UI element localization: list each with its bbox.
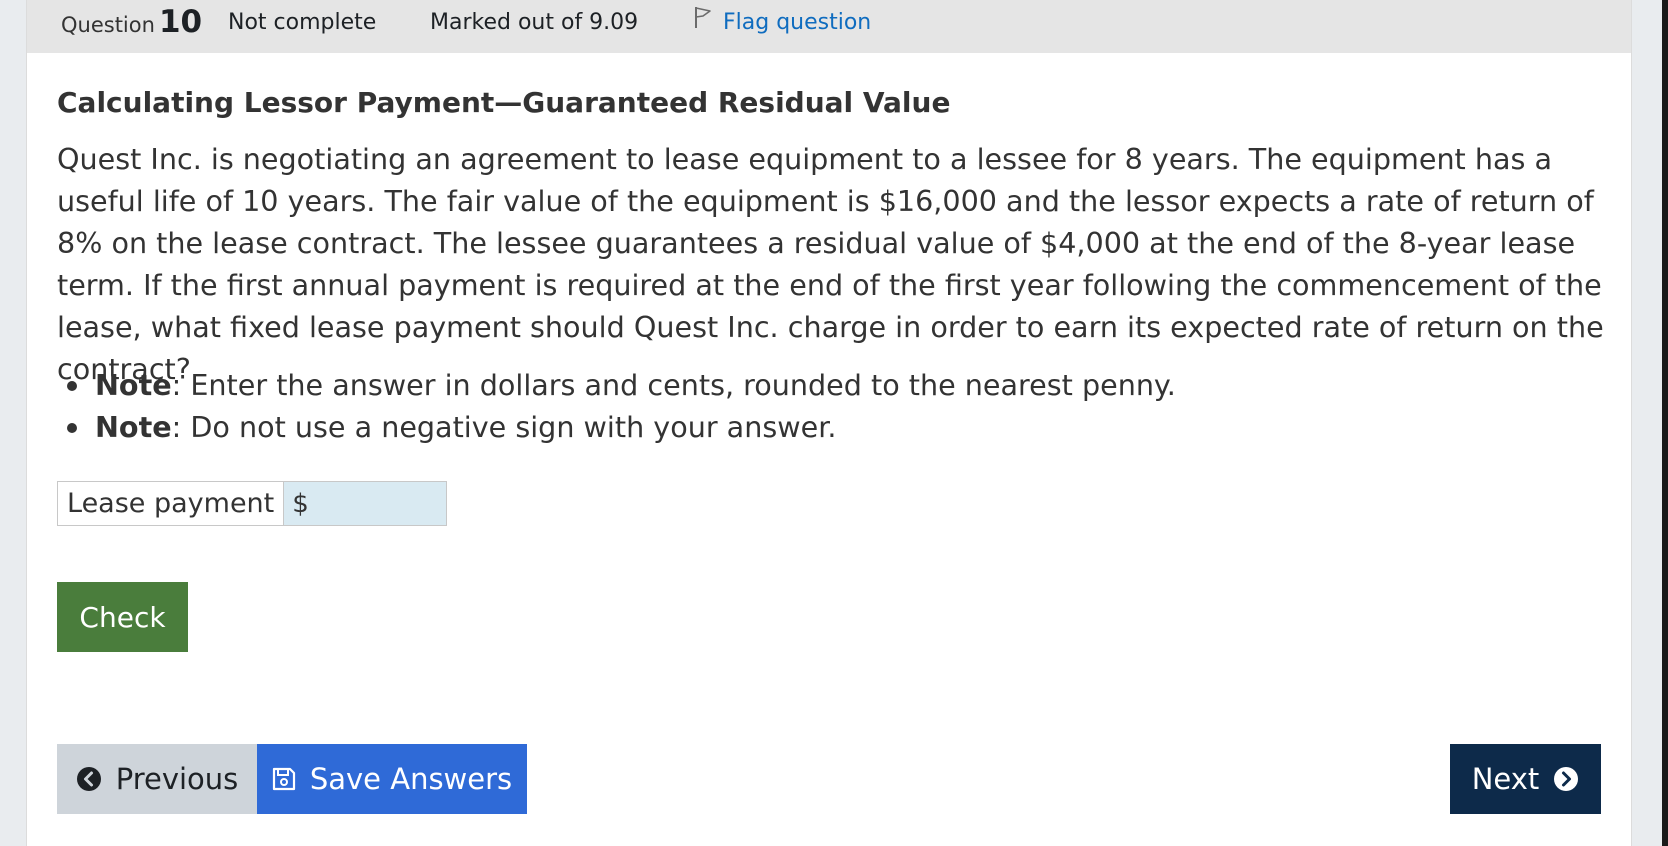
flag-question-link[interactable]: Flag question bbox=[693, 0, 871, 46]
bullet-icon bbox=[67, 381, 77, 391]
currency-symbol: $ bbox=[292, 488, 309, 519]
window-edge bbox=[1662, 0, 1668, 846]
note-bold-label: Note bbox=[95, 368, 172, 402]
question-card: Question 10 Not complete Marked out of 9.… bbox=[26, 0, 1632, 846]
answer-row: Lease payment $ bbox=[57, 481, 448, 526]
chevron-left-circle-icon bbox=[76, 766, 102, 792]
question-state: Not complete bbox=[228, 10, 377, 35]
question-info-bar: Question 10 Not complete Marked out of 9.… bbox=[27, 0, 1631, 53]
question-text: Quest Inc. is negotiating an agreement t… bbox=[57, 142, 1604, 386]
flag-icon bbox=[693, 0, 723, 46]
question-title: Calculating Lessor Payment—Guaranteed Re… bbox=[57, 86, 951, 119]
note-text: : Do not use a negative sign with your a… bbox=[171, 410, 837, 444]
note-bold-label: Note bbox=[95, 410, 172, 444]
previous-button[interactable]: Previous bbox=[57, 744, 257, 814]
question-number-value: 10 bbox=[158, 4, 203, 40]
question-label: Question bbox=[61, 13, 155, 37]
question-number: Question 10 bbox=[61, 0, 202, 48]
next-button-label: Next bbox=[1471, 762, 1540, 796]
note-item: Note: Enter the answer in dollars and ce… bbox=[57, 364, 1176, 406]
check-button-label: Check bbox=[79, 600, 166, 634]
note-text: : Enter the answer in dollars and cents,… bbox=[171, 368, 1176, 402]
note-item: Note: Do not use a negative sign with yo… bbox=[57, 406, 1176, 448]
note-list: Note: Enter the answer in dollars and ce… bbox=[57, 364, 1176, 448]
floppy-disk-icon bbox=[272, 767, 296, 791]
save-answers-label: Save Answers bbox=[309, 762, 513, 796]
lease-payment-field-wrapper: $ bbox=[284, 482, 447, 525]
chevron-right-circle-icon bbox=[1553, 766, 1579, 792]
save-answers-button[interactable]: Save Answers bbox=[257, 744, 527, 814]
lease-payment-label: Lease payment bbox=[58, 482, 285, 525]
check-button[interactable]: Check bbox=[57, 582, 188, 652]
bullet-icon bbox=[67, 423, 77, 433]
next-button[interactable]: Next bbox=[1450, 744, 1601, 814]
previous-button-label: Previous bbox=[115, 762, 239, 796]
question-grade: Marked out of 9.09 bbox=[430, 10, 639, 35]
flag-question-label: Flag question bbox=[723, 10, 872, 35]
lease-payment-input[interactable] bbox=[308, 488, 433, 519]
